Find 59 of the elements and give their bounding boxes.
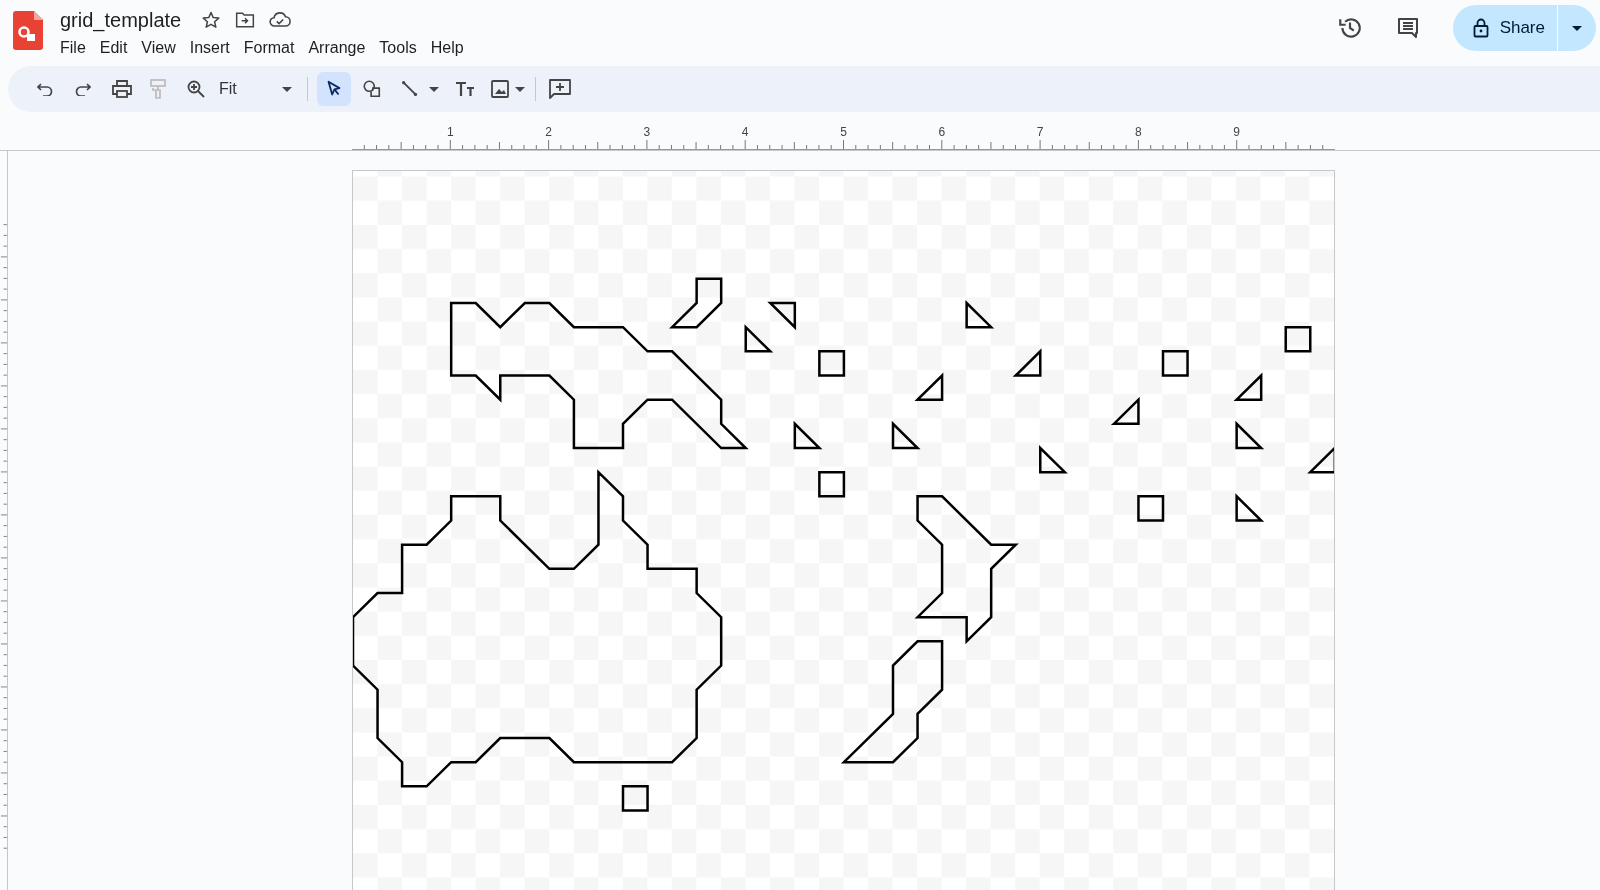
lock-icon bbox=[1472, 18, 1489, 38]
zoom-dropdown[interactable]: Fit bbox=[213, 77, 295, 101]
caret-icon[interactable] bbox=[429, 86, 439, 92]
square-outline bbox=[621, 785, 649, 812]
select-tool-button[interactable] bbox=[317, 72, 351, 106]
triangle-outline bbox=[793, 420, 823, 450]
triangle-outline bbox=[1235, 493, 1265, 522]
triangle-outline bbox=[1307, 445, 1334, 474]
menu-item[interactable]: File bbox=[53, 35, 93, 61]
square-outline bbox=[818, 470, 846, 498]
triangle-outline bbox=[1039, 445, 1068, 474]
ruler-number: 2 bbox=[545, 126, 552, 139]
ruler-number: 9 bbox=[1233, 126, 1241, 139]
zoom-icon[interactable] bbox=[187, 80, 205, 98]
ruler-number: 1 bbox=[446, 126, 454, 139]
move-to-folder-icon[interactable] bbox=[235, 11, 256, 29]
add-comment-icon[interactable] bbox=[549, 79, 571, 99]
drawings-logo-icon[interactable] bbox=[13, 11, 43, 50]
print-icon[interactable] bbox=[112, 80, 132, 98]
redo-icon[interactable] bbox=[75, 82, 91, 96]
triangle-outline bbox=[1110, 396, 1140, 426]
triangle-outline bbox=[1012, 348, 1042, 377]
menu-item[interactable]: Tools bbox=[372, 35, 424, 61]
undo-icon[interactable] bbox=[37, 82, 53, 96]
ruler-number: 8 bbox=[1135, 126, 1142, 139]
triangle-outline bbox=[1235, 420, 1265, 450]
ruler-number: 6 bbox=[938, 126, 946, 139]
triangle-outline bbox=[965, 300, 995, 329]
menu-item[interactable]: Arrange bbox=[301, 35, 373, 61]
ruler-number: 3 bbox=[643, 126, 651, 139]
menu-item[interactable]: Format bbox=[236, 35, 302, 61]
ruler-number: 4 bbox=[741, 126, 749, 139]
caret-icon bbox=[282, 86, 292, 92]
triangle-outline bbox=[767, 301, 797, 331]
ruler-number: 5 bbox=[840, 126, 847, 139]
triangle-outline bbox=[744, 324, 774, 353]
star-icon[interactable] bbox=[201, 10, 222, 30]
cloud-saved-icon[interactable] bbox=[269, 12, 292, 28]
square-outline bbox=[818, 350, 846, 377]
document-title[interactable]: grid_template bbox=[60, 7, 182, 33]
menu-item[interactable]: Help bbox=[423, 35, 471, 61]
triangle-outline bbox=[891, 420, 921, 450]
square-outline bbox=[1137, 495, 1165, 522]
shapes-icon bbox=[362, 79, 382, 99]
line-icon bbox=[400, 79, 420, 99]
version-history-icon[interactable] bbox=[1336, 15, 1363, 41]
text-box-icon[interactable] bbox=[455, 81, 475, 97]
square-outline bbox=[1284, 325, 1312, 353]
triangle-outline bbox=[1233, 372, 1263, 401]
caret-icon[interactable] bbox=[515, 86, 525, 92]
menu-item[interactable]: View bbox=[134, 35, 183, 61]
square-outline bbox=[1161, 350, 1189, 377]
menu-item[interactable]: Insert bbox=[182, 35, 237, 61]
triangle-outline bbox=[914, 372, 944, 401]
comments-icon[interactable] bbox=[1395, 16, 1420, 40]
ruler-number: 7 bbox=[1036, 126, 1044, 139]
caret-icon bbox=[1572, 25, 1582, 31]
menu-item[interactable]: Edit bbox=[92, 35, 135, 61]
image-icon[interactable] bbox=[491, 80, 509, 98]
